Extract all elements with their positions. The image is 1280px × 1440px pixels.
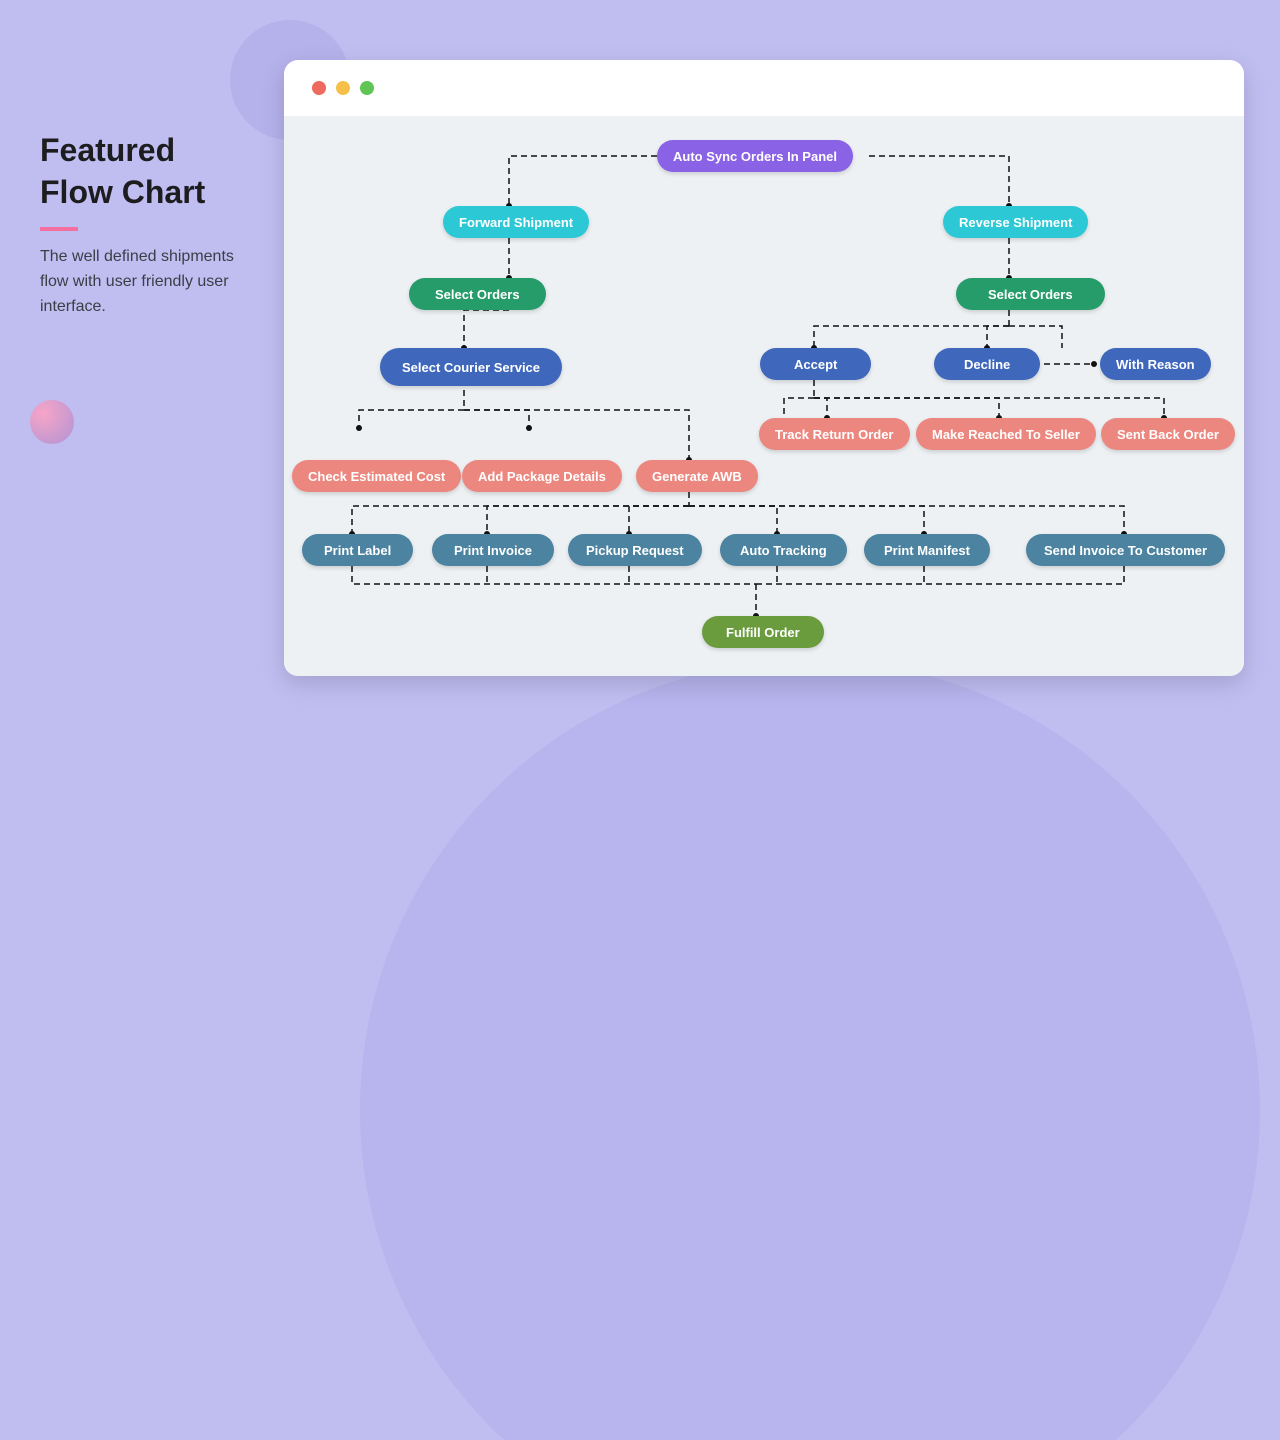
- title-line2: Flow Chart: [40, 174, 205, 210]
- node-track-return: Track Return Order: [759, 418, 910, 450]
- minimize-icon[interactable]: [336, 81, 350, 95]
- node-fulfill-order: Fulfill Order: [702, 616, 824, 648]
- node-sent-back: Sent Back Order: [1101, 418, 1235, 450]
- sidebar: Featured Flow Chart The well defined shi…: [40, 130, 250, 320]
- node-auto-sync: Auto Sync Orders In Panel: [657, 140, 853, 172]
- node-make-reached: Make Reached To Seller: [916, 418, 1096, 450]
- decorative-circle-bottom: [360, 660, 1260, 1440]
- node-pickup-request: Pickup Request: [568, 534, 702, 566]
- node-reverse-shipment: Reverse Shipment: [943, 206, 1088, 238]
- close-icon[interactable]: [312, 81, 326, 95]
- node-add-package: Add Package Details: [462, 460, 622, 492]
- page-description: The well defined shipments flow with use…: [40, 245, 250, 319]
- node-print-manifest: Print Manifest: [864, 534, 990, 566]
- title-line1: Featured: [40, 132, 175, 168]
- node-print-label: Print Label: [302, 534, 413, 566]
- node-accept: Accept: [760, 348, 871, 380]
- node-send-invoice: Send Invoice To Customer: [1026, 534, 1225, 566]
- node-check-cost: Check Estimated Cost: [292, 460, 461, 492]
- accent-bar: [40, 227, 78, 231]
- node-auto-tracking: Auto Tracking: [720, 534, 847, 566]
- page-title: Featured Flow Chart: [40, 130, 250, 213]
- node-print-invoice: Print Invoice: [432, 534, 554, 566]
- node-select-courier: Select Courier Service: [380, 348, 562, 386]
- node-select-orders-rev: Select Orders: [956, 278, 1105, 310]
- decorative-circle-small: [30, 400, 74, 444]
- node-with-reason: With Reason: [1100, 348, 1211, 380]
- connectors: [284, 116, 1244, 676]
- node-decline: Decline: [934, 348, 1040, 380]
- flowchart-canvas: Auto Sync Orders In Panel Forward Shipme…: [284, 116, 1244, 676]
- maximize-icon[interactable]: [360, 81, 374, 95]
- window-titlebar: [284, 60, 1244, 116]
- node-forward-shipment: Forward Shipment: [443, 206, 589, 238]
- node-select-orders-fwd: Select Orders: [409, 278, 546, 310]
- browser-window: Auto Sync Orders In Panel Forward Shipme…: [284, 60, 1244, 676]
- node-generate-awb: Generate AWB: [636, 460, 758, 492]
